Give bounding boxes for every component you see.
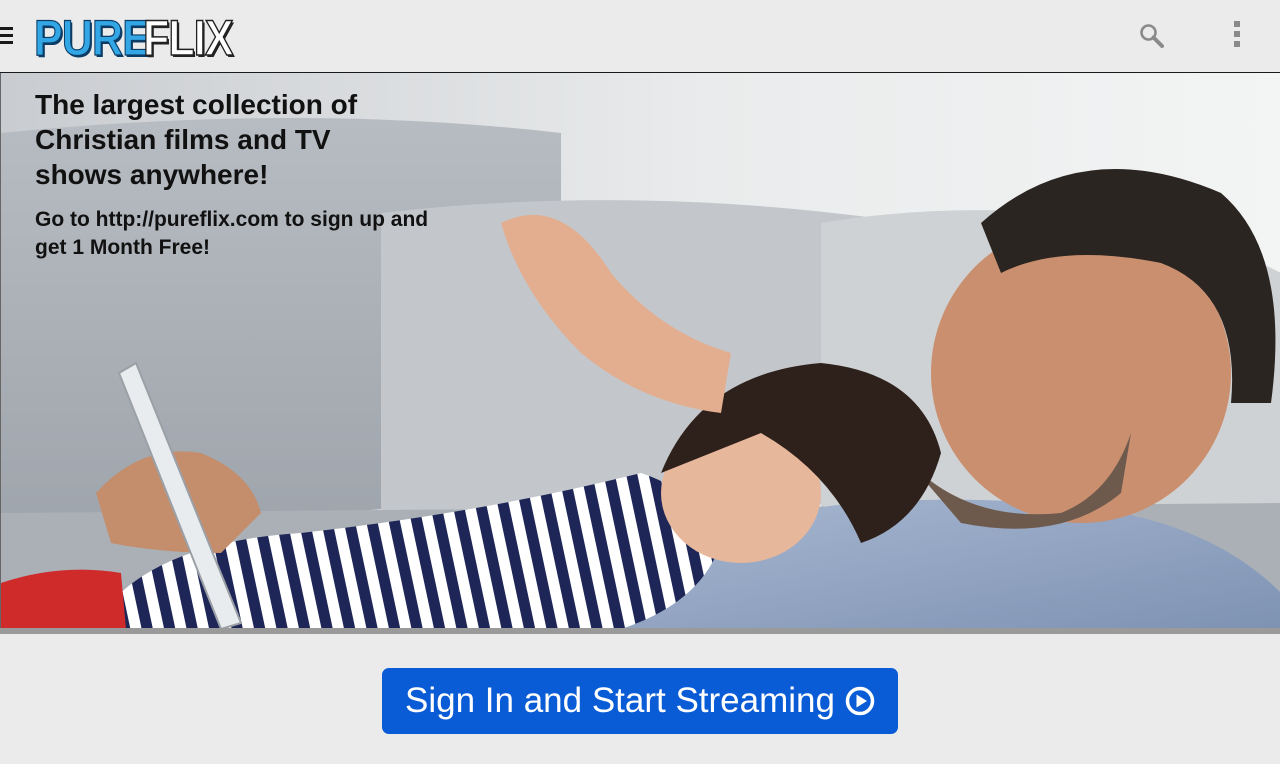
hero-divider [0, 628, 1280, 634]
hamburger-menu-icon[interactable] [0, 25, 14, 46]
sign-in-button-label: Sign In and Start Streaming [405, 681, 835, 720]
hero-headline: The largest collection of Christian film… [35, 89, 358, 190]
hero-text: The largest collection of Christian film… [35, 87, 435, 262]
logo-word-pure: PURE [33, 9, 151, 66]
more-vert-icon[interactable] [1227, 18, 1249, 54]
pureflix-logo[interactable]: PURE FLIX [33, 6, 247, 67]
app-window: PURE FLIX The largest collection of Chri… [0, 0, 1280, 764]
play-circle-icon [845, 686, 875, 716]
top-bar: PURE FLIX [0, 0, 1280, 73]
search-icon[interactable] [1138, 22, 1166, 50]
hero-banner: The largest collection of Christian film… [0, 73, 1280, 629]
logo-word-flix: FLIX [142, 9, 234, 67]
sign-in-start-streaming-button[interactable]: Sign In and Start Streaming [382, 668, 898, 734]
hero-subline: Go to http://pureflix.com to sign up and… [35, 208, 429, 259]
